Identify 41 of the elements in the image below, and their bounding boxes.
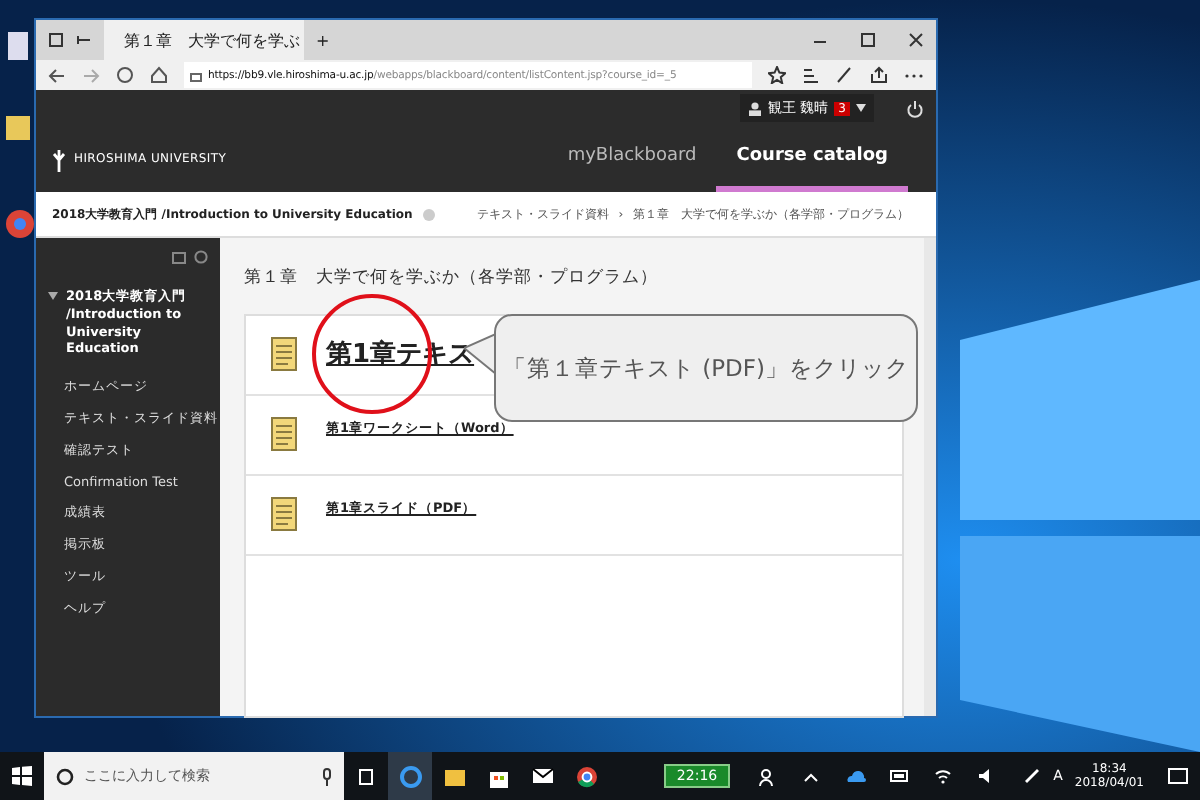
document-icon [270, 496, 298, 532]
new-tab-button[interactable]: + [316, 31, 330, 49]
star-icon[interactable] [768, 66, 786, 84]
collapse-arrow-icon[interactable] [48, 292, 58, 300]
chevron-up-icon[interactable] [804, 771, 819, 781]
person-icon [747, 101, 762, 115]
nav-tab[interactable]: myBlackboard [547, 126, 717, 192]
home-icon[interactable] [150, 66, 168, 84]
wifi-icon[interactable] [934, 768, 953, 784]
share-icon[interactable] [870, 66, 888, 84]
more-icon[interactable] [904, 71, 924, 79]
caret-icon [856, 104, 866, 112]
notification-icon[interactable] [1168, 767, 1188, 785]
back-tabs-icon[interactable] [76, 32, 92, 48]
cloud-icon[interactable] [845, 770, 866, 782]
chrome-icon [4, 208, 36, 240]
cortana-icon [56, 767, 74, 785]
nav-tab[interactable]: Course catalog [716, 126, 908, 192]
document-icon [270, 416, 298, 452]
refresh-icon[interactable] [194, 250, 208, 264]
mail-icon[interactable] [531, 768, 553, 784]
refresh-icon[interactable] [116, 66, 134, 84]
document-icon [270, 336, 298, 372]
edge-browser-icon[interactable] [399, 765, 421, 787]
power-icon[interactable] [906, 99, 924, 117]
close-icon[interactable] [908, 32, 924, 48]
tabs-aside-icon[interactable] [48, 32, 64, 48]
back-icon[interactable] [48, 67, 66, 83]
favorites-icon[interactable] [802, 66, 820, 84]
browser-tab[interactable]: 第１章 大学で何を学ぶ [104, 20, 304, 60]
maximize-icon[interactable] [860, 32, 876, 48]
battery-icon[interactable] [889, 770, 910, 782]
scrollbar[interactable] [924, 238, 936, 716]
people-icon[interactable] [758, 767, 777, 785]
callout-text: 「第１章テキスト (PDF)」をクリック [494, 314, 918, 422]
microphone-icon[interactable] [322, 767, 332, 785]
task-view-icon[interactable] [356, 767, 376, 785]
windows-start-icon[interactable] [12, 766, 32, 786]
university-logo-icon [52, 147, 66, 171]
page-heading: 第１章 大学で何を学ぶか（各学部・プログラム） [244, 266, 660, 290]
chrome-icon[interactable] [575, 765, 597, 787]
